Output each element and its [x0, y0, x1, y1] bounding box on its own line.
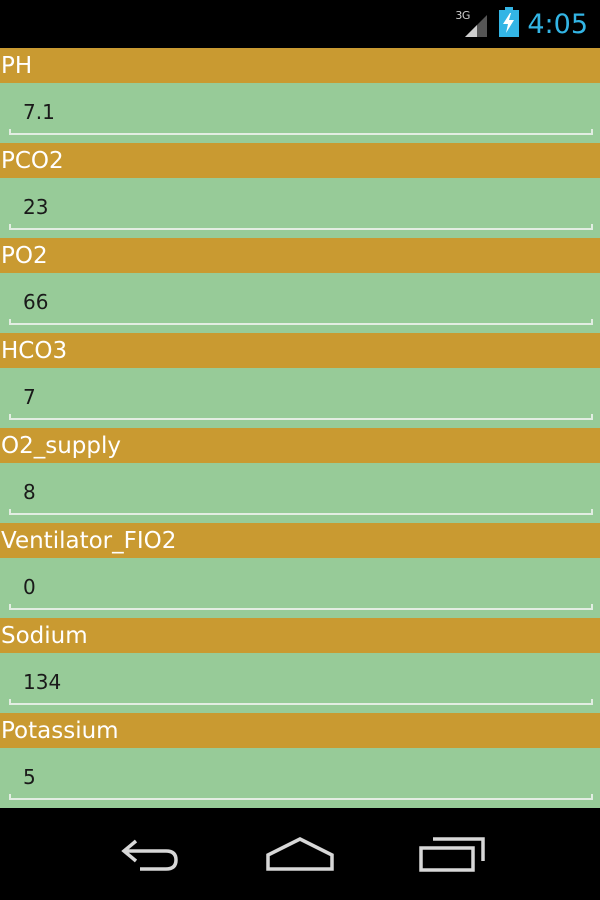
field-label-o2-supply: O2_supply [0, 428, 600, 463]
input-underline [9, 129, 593, 135]
lab-values-form: PH PCO2 PO2 HCO3 [0, 48, 600, 810]
input-underline [9, 319, 593, 325]
clock: 4:05 [527, 8, 588, 40]
input-underline [9, 794, 593, 800]
navigation-bar [0, 810, 600, 900]
field-label-hco3: HCO3 [0, 333, 600, 368]
field-row-pco2: PCO2 [0, 143, 600, 238]
input-underline [9, 414, 593, 420]
field-row-hco3: HCO3 [0, 333, 600, 428]
field-container-hco3 [0, 368, 600, 428]
field-container-potassium [0, 748, 600, 808]
field-label-po2: PO2 [0, 238, 600, 273]
phone-screen: 3G 4:05 PH 7.1 PCO2 23 PO2 66 HCO3 7 O2_… [0, 0, 600, 900]
potassium-input[interactable] [9, 756, 593, 798]
field-row-o2-supply: O2_supply [0, 428, 600, 523]
field-label-potassium: Potassium [0, 713, 600, 748]
back-button[interactable] [110, 830, 190, 880]
input-underline [9, 224, 593, 230]
field-container-sodium [0, 653, 600, 713]
field-row-ventilator-fio2: Ventilator_FIO2 [0, 523, 600, 618]
battery-charging-icon [499, 7, 520, 41]
field-container-ventilator-fio2 [0, 558, 600, 618]
input-underline [9, 604, 593, 610]
field-row-ph: PH [0, 48, 600, 143]
field-container-o2-supply [0, 463, 600, 523]
field-row-po2: PO2 [0, 238, 600, 333]
back-icon [121, 839, 178, 871]
input-underline [9, 509, 593, 515]
recent-apps-button[interactable] [412, 830, 492, 880]
field-label-sodium: Sodium [0, 618, 600, 653]
sodium-input[interactable] [9, 661, 593, 703]
hco3-input[interactable] [9, 376, 593, 418]
ventilator-fio2-input[interactable] [9, 566, 593, 608]
field-row-sodium: Sodium [0, 618, 600, 713]
field-container-ph [0, 83, 600, 143]
home-icon [266, 837, 334, 871]
pco2-input[interactable] [9, 186, 593, 228]
po2-input[interactable] [9, 281, 593, 323]
home-button[interactable] [260, 830, 340, 880]
field-container-po2 [0, 273, 600, 333]
ph-input[interactable] [9, 91, 593, 133]
input-underline [9, 699, 593, 705]
status-icons: 3G 4:05 [455, 6, 588, 42]
field-label-ph: PH [0, 48, 600, 83]
field-label-pco2: PCO2 [0, 143, 600, 178]
status-bar: 3G 4:05 [0, 0, 600, 48]
recent-apps-icon [419, 837, 485, 872]
o2-supply-input[interactable] [9, 471, 593, 513]
field-container-pco2 [0, 178, 600, 238]
field-row-potassium: Potassium [0, 713, 600, 808]
field-label-ventilator-fio2: Ventilator_FIO2 [0, 523, 600, 558]
signal-icon: 3G [455, 9, 489, 39]
